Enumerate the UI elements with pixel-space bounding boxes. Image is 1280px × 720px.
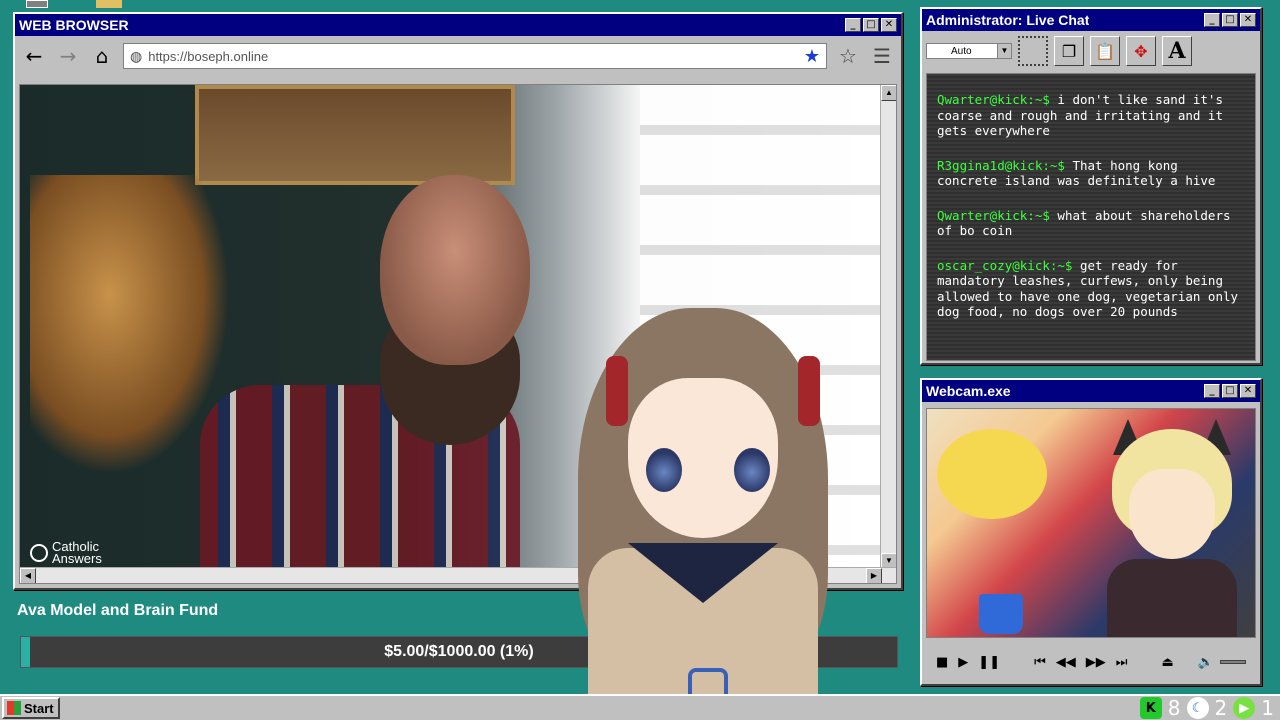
play-count: 1 [1261, 696, 1274, 720]
chat-title: Administrator: Live Chat [926, 12, 1090, 28]
desktop-icon[interactable] [26, 0, 48, 8]
avatar-left-bow [606, 356, 628, 426]
skip-back-icon[interactable]: ⏮ [1034, 655, 1046, 670]
menu-icon[interactable]: ☰ [869, 44, 895, 68]
volume-slider[interactable] [1220, 660, 1246, 664]
stop-icon[interactable]: ■ [936, 655, 948, 670]
character-body [1107, 559, 1237, 637]
url-text[interactable]: https://boseph.online [148, 49, 798, 64]
chat-message: oscar_cozy@kick:~$ get ready for mandato… [937, 258, 1245, 320]
webcam-title: Webcam.exe [926, 383, 1011, 399]
vertical-scrollbar[interactable]: ▲ ▼ [880, 85, 896, 569]
chat-message: Qwarter@kick:~$ what about shareholders … [937, 208, 1245, 239]
browser-navbar: ← → ⌂ ◍ https://boseph.online ★ ☆ ☰ [15, 36, 901, 76]
fast-forward-icon[interactable]: ▶▶ [1086, 655, 1106, 670]
minimize-button[interactable]: _ [1204, 13, 1220, 27]
avatar-left-eye [646, 448, 682, 492]
browser-title: WEB BROWSER [19, 17, 129, 33]
chat-titlebar[interactable]: Administrator: Live Chat _ □ ✕ [922, 9, 1260, 31]
move-icon[interactable]: ✥ [1126, 36, 1156, 66]
chat-username[interactable]: Qwarter@kick:~$ [937, 92, 1050, 107]
eject-icon[interactable]: ⏏ [1162, 655, 1174, 670]
minimize-button[interactable]: _ [1204, 384, 1220, 398]
moon-icon[interactable]: ☾ [1186, 697, 1209, 719]
vtuber-avatar [548, 298, 858, 720]
close-button[interactable]: ✕ [1240, 384, 1256, 398]
play-icon[interactable]: ▶ [958, 655, 968, 670]
copy-icon[interactable]: ❐ [1054, 36, 1084, 66]
dropdown-arrow-icon[interactable]: ▼ [997, 44, 1011, 58]
blue-mug [979, 594, 1023, 634]
minimize-button[interactable]: _ [845, 18, 861, 32]
bookmark-star-icon[interactable]: ★ [804, 46, 820, 67]
avatar-right-eye [734, 448, 770, 492]
chat-toolbar: Auto ▼ ❐ 📋 ✥ A [922, 31, 1260, 71]
scroll-right-icon[interactable]: ▶ [866, 568, 882, 583]
favorites-star-icon[interactable]: ☆ [835, 44, 861, 68]
video-watermark: Catholic Answers [30, 539, 102, 566]
system-tray: K 8 ☾ 2 ▶ 1 [1139, 696, 1274, 720]
taskbar: Start K 8 ☾ 2 ▶ 1 [0, 694, 1280, 720]
font-size-select[interactable]: Auto ▼ [926, 43, 1012, 59]
close-button[interactable]: ✕ [881, 18, 897, 32]
chat-message: Qwarter@kick:~$ i don't like sand it's c… [937, 92, 1245, 139]
start-label: Start [24, 700, 54, 716]
desktop-folder-icon[interactable] [96, 0, 122, 8]
pause-icon[interactable]: ❚❚ [978, 655, 1000, 670]
painting [195, 85, 515, 185]
forward-arrow-icon[interactable]: → [55, 43, 81, 69]
character-face [1129, 469, 1215, 559]
webcam-view [926, 408, 1256, 638]
webcam-window: Webcam.exe _ □ ✕ ■ ▶ ❚❚ ⏮ ◀◀ ▶▶ ⏭ ⏏ 🔈 [920, 378, 1262, 686]
paste-icon[interactable]: 📋 [1090, 36, 1120, 66]
cat-ear-character [1107, 419, 1237, 637]
rewind-icon[interactable]: ◀◀ [1056, 655, 1076, 670]
webcam-titlebar[interactable]: Webcam.exe _ □ ✕ [922, 380, 1260, 402]
maximize-button[interactable]: □ [1222, 384, 1238, 398]
close-button[interactable]: ✕ [1240, 13, 1256, 27]
volume-icon[interactable]: 🔈 [1198, 655, 1214, 670]
globe-icon: ◍ [130, 47, 143, 64]
angel-statue [30, 175, 230, 475]
person-head [380, 175, 530, 365]
watermark-text: Catholic Answers [52, 539, 102, 566]
chat-messages[interactable]: Qwarter@kick:~$ i don't like sand it's c… [926, 73, 1256, 361]
catholic-answers-logo-icon [30, 544, 48, 562]
avatar-right-bow [798, 356, 820, 426]
moon-count: 2 [1214, 696, 1228, 720]
live-chat-window: Administrator: Live Chat _ □ ✕ Auto ▼ ❐ … [920, 7, 1262, 365]
kick-count: 8 [1167, 696, 1181, 720]
media-controls: ■ ▶ ❚❚ ⏮ ◀◀ ▶▶ ⏭ ⏏ 🔈 [926, 644, 1256, 680]
select-icon[interactable] [1018, 36, 1048, 66]
kick-icon[interactable]: K [1139, 697, 1162, 719]
chat-username[interactable]: Qwarter@kick:~$ [937, 208, 1050, 223]
address-bar[interactable]: ◍ https://boseph.online ★ [123, 43, 827, 69]
font-size-value: Auto [951, 45, 972, 57]
start-button[interactable]: Start [2, 697, 60, 719]
browser-titlebar[interactable]: WEB BROWSER _ □ ✕ [15, 14, 901, 36]
play-circle-icon[interactable]: ▶ [1233, 697, 1256, 719]
fund-title: Ava Model and Brain Fund [17, 602, 219, 619]
chat-username[interactable]: oscar_cozy@kick:~$ [937, 258, 1072, 273]
duck-plush [937, 429, 1047, 519]
scroll-up-icon[interactable]: ▲ [881, 85, 896, 101]
back-arrow-icon[interactable]: ← [21, 43, 47, 69]
skip-forward-icon[interactable]: ⏭ [1116, 655, 1128, 670]
scroll-left-icon[interactable]: ◀ [20, 568, 36, 583]
maximize-button[interactable]: □ [863, 18, 879, 32]
maximize-button[interactable]: □ [1222, 13, 1238, 27]
chat-message: R3ggina1d@kick:~$ That hong kong concret… [937, 158, 1245, 189]
chat-username[interactable]: R3ggina1d@kick:~$ [937, 158, 1065, 173]
home-icon[interactable]: ⌂ [89, 43, 115, 69]
font-icon[interactable]: A [1162, 36, 1192, 66]
windows-flag-icon [7, 701, 21, 715]
